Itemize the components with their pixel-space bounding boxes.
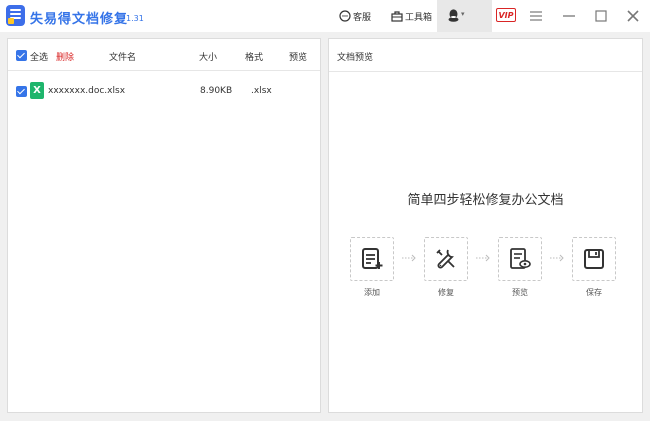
column-header-format: 格式 [245, 53, 264, 63]
select-all-checkbox[interactable] [16, 50, 27, 61]
customer-service-button[interactable]: 客服 [339, 9, 371, 23]
column-header-size: 大小 [199, 53, 218, 63]
column-header-name: 文件名 [109, 53, 137, 63]
file-name: xxxxxxx.doc.xlsx [48, 86, 126, 96]
step-save [572, 237, 616, 281]
customer-service-label: 客服 [353, 12, 372, 23]
preview-panel: 文档预览 简单四步轻松修复办公文档 添加 修复 预览 保存 [328, 38, 643, 413]
step-label-add: 添加 [364, 288, 380, 297]
column-header-preview: 预览 [289, 53, 308, 63]
excel-file-icon: X [30, 82, 44, 99]
arrow-right-icon [550, 254, 564, 262]
maximize-icon[interactable] [594, 9, 608, 23]
row-checkbox[interactable] [16, 86, 27, 97]
app-version: 1.31 [126, 14, 144, 23]
chat-bubble-icon [339, 10, 351, 22]
step-preview [498, 237, 542, 281]
file-size: 8.90KB [200, 86, 233, 96]
menu-icon[interactable] [529, 9, 543, 23]
select-all-label[interactable]: 全选 [30, 50, 48, 63]
divider [329, 71, 642, 72]
minimize-icon[interactable] [562, 9, 576, 23]
step-add [350, 237, 394, 281]
preview-document-icon [510, 248, 531, 269]
qq-penguin-icon [448, 9, 459, 22]
vip-button[interactable]: VIP [496, 8, 516, 22]
step-label-save: 保存 [586, 288, 602, 297]
file-format: .xlsx [251, 86, 272, 96]
repair-tools-icon [436, 249, 455, 269]
preview-headline: 简单四步轻松修复办公文档 [407, 193, 564, 208]
close-icon[interactable] [626, 9, 640, 23]
step-label-preview: 预览 [512, 288, 528, 297]
file-list-header: 全选 删除 文件名 大小 格式 预览 [8, 39, 320, 71]
app-logo-icon [6, 5, 25, 26]
toolbox-icon [391, 11, 403, 22]
toolbox-button[interactable]: 工具箱 [391, 9, 432, 23]
toolbox-label: 工具箱 [405, 12, 433, 23]
arrow-right-icon [402, 254, 416, 262]
qq-login-button[interactable]: ▾ [437, 0, 492, 32]
table-row[interactable]: X xxxxxxx.doc.xlsx 8.90KB .xlsx [8, 82, 320, 102]
delete-button[interactable]: 删除 [56, 50, 74, 63]
app-title: 失易得文档修复 [30, 12, 129, 27]
arrow-right-icon [476, 254, 490, 262]
title-bar: 失易得文档修复 1.31 客服 工具箱 ▾ VIP [0, 0, 650, 32]
preview-title: 文档预览 [337, 53, 374, 63]
save-icon [584, 249, 604, 269]
step-repair [424, 237, 468, 281]
step-label-repair: 修复 [438, 288, 454, 297]
add-document-icon [362, 248, 383, 269]
chevron-down-icon: ▾ [461, 10, 465, 18]
file-list-panel: 全选 删除 文件名 大小 格式 预览 X xxxxxxx.doc.xlsx 8.… [7, 38, 321, 413]
